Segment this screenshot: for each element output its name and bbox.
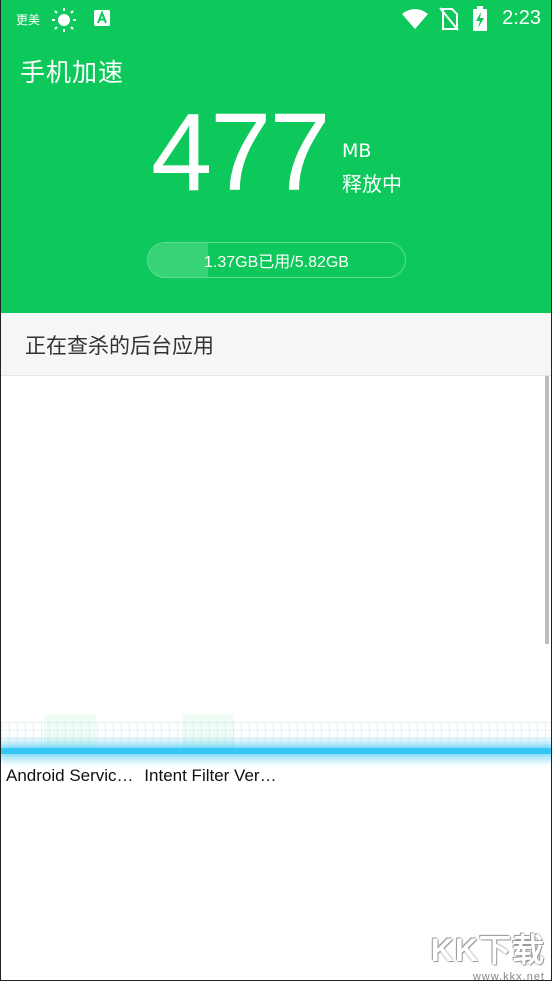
app-notification-icon bbox=[93, 9, 111, 27]
app-list: Android Servic… Intent Filter Ver… bbox=[6, 766, 283, 786]
memory-usage-bar: 1.37GB已用/5.82GB bbox=[147, 242, 406, 278]
no-sim-icon bbox=[439, 7, 459, 31]
wifi-icon bbox=[401, 8, 429, 30]
freed-memory-unit: MB bbox=[342, 140, 372, 162]
watermark-logo: KK下载 bbox=[430, 932, 545, 968]
list-item: Android Servic… bbox=[6, 766, 134, 785]
list-scrollbar[interactable] bbox=[545, 376, 549, 644]
watermark: KK下载 www.kkx.net bbox=[430, 925, 545, 981]
list-item: Intent Filter Ver… bbox=[144, 766, 277, 785]
watermark-url: www.kkx.net bbox=[472, 971, 545, 981]
battery-charging-icon bbox=[472, 6, 488, 32]
status-app-label: 更美 bbox=[16, 13, 41, 27]
section-header: 正在查杀的后台应用 bbox=[1, 313, 551, 376]
screen: 更美 2:23 手机加速 477 MB 释放中 1.37GB已用/5.82GB … bbox=[0, 0, 552, 981]
freed-memory-value: 477 bbox=[151, 91, 331, 214]
scan-line bbox=[1, 748, 551, 754]
freed-status-label: 释放中 bbox=[342, 172, 402, 196]
memory-usage-text: 1.37GB已用/5.82GB bbox=[204, 254, 349, 271]
header-panel: 更美 2:23 手机加速 477 MB 释放中 1.37GB已用/5.82GB bbox=[1, 0, 551, 313]
page-title: 手机加速 bbox=[20, 58, 125, 87]
weather-sun-icon bbox=[51, 6, 77, 32]
section-title: 正在查杀的后台应用 bbox=[25, 334, 214, 358]
status-time: 2:23 bbox=[502, 7, 541, 29]
status-bar: 更美 2:23 bbox=[1, 0, 551, 38]
